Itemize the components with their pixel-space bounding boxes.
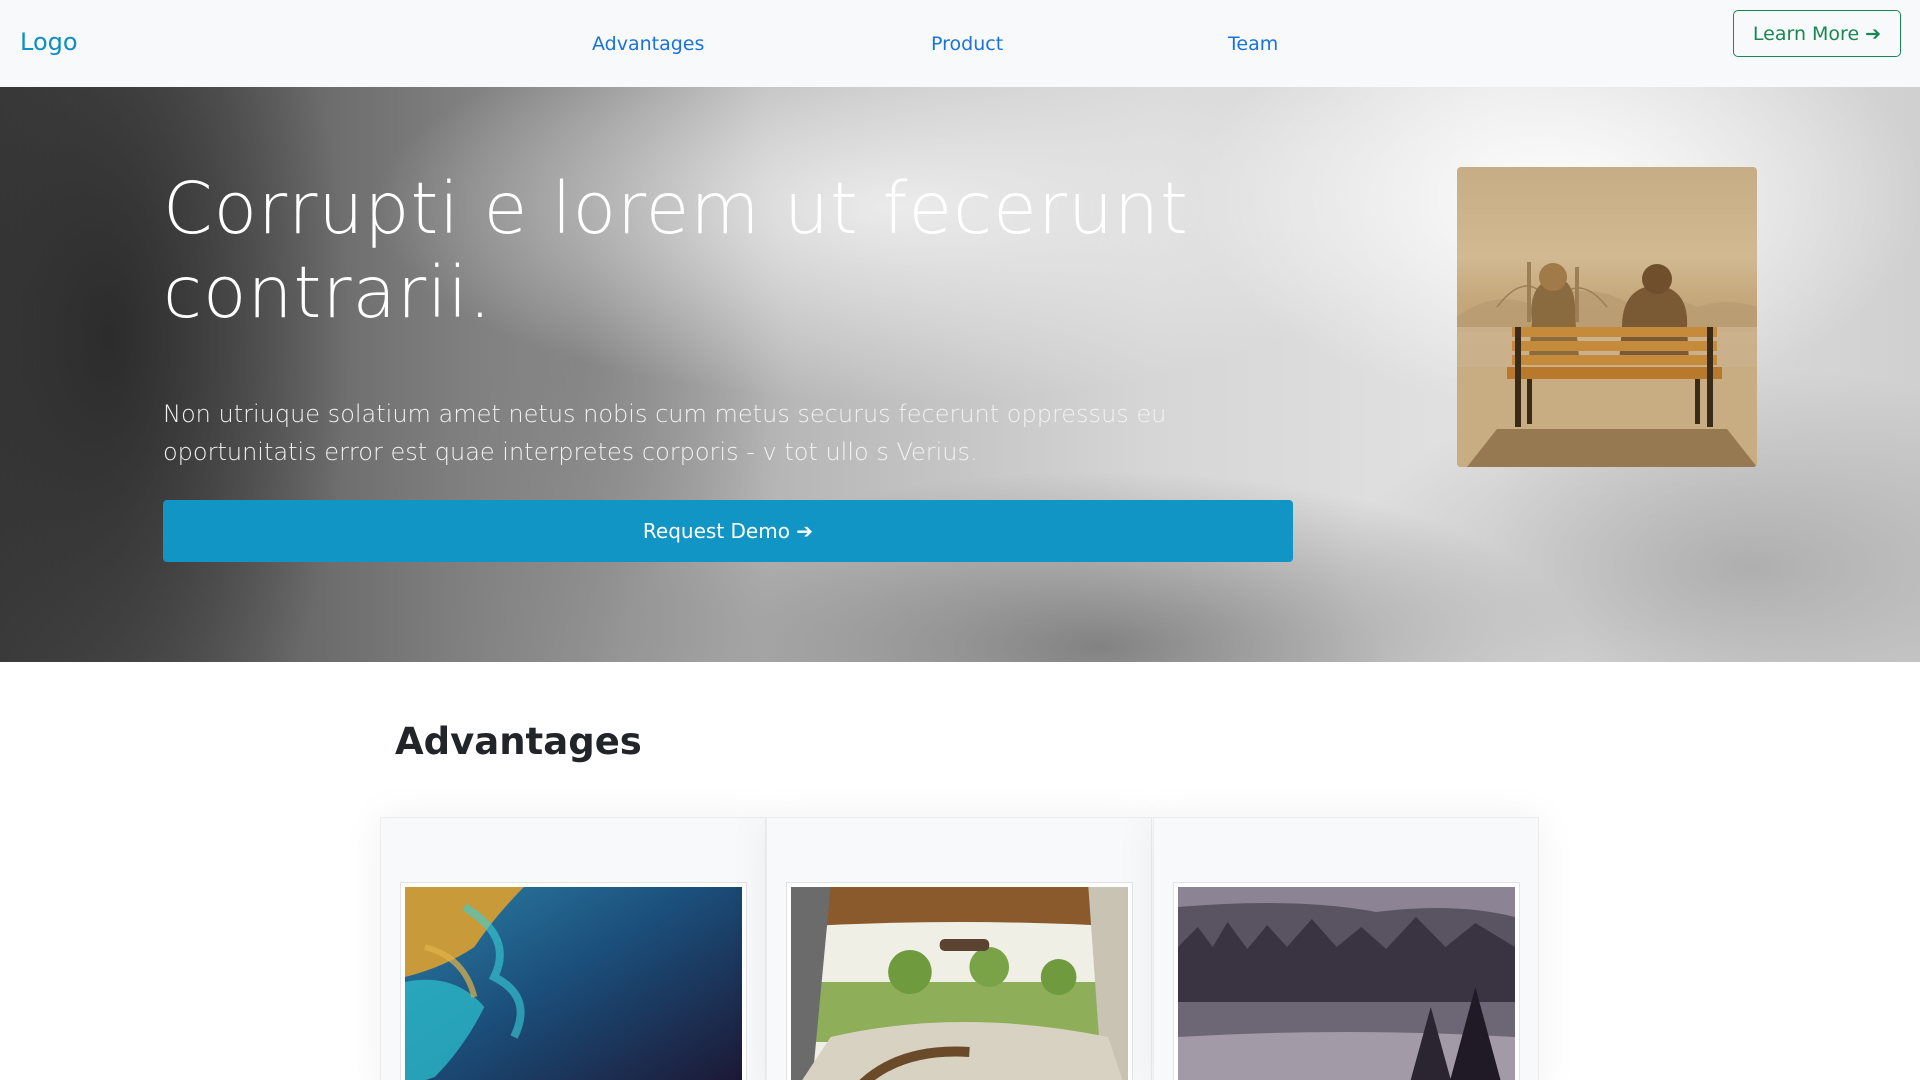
request-demo-button[interactable]: Request Demo ➔ <box>163 500 1293 562</box>
navbar: Logo Advantages Product Team Learn More … <box>0 0 1920 87</box>
logo-link[interactable]: Logo <box>20 28 78 56</box>
car-interior-image <box>786 882 1133 1080</box>
lake-forest-image <box>1173 882 1520 1080</box>
advantages-heading: Advantages <box>395 720 642 763</box>
advantage-card <box>766 817 1152 1080</box>
lake-forest-illustration <box>1178 887 1515 1080</box>
advantage-card <box>1153 817 1539 1080</box>
advantage-card <box>380 817 766 1080</box>
hero-title: Corrupti e lorem ut fecerunt contrarii. <box>163 167 1189 334</box>
hero-section: Corrupti e lorem ut fecerunt contrarii. … <box>0 87 1920 662</box>
nav-link-advantages[interactable]: Advantages <box>592 33 704 55</box>
bench-couple-illustration <box>1457 262 1757 467</box>
ocean-satellite-image <box>400 882 747 1080</box>
car-interior-illustration <box>791 887 1128 1080</box>
ocean-satellite-illustration <box>405 887 742 1080</box>
hero-description: Non utriuque solatium amet netus nobis c… <box>163 400 1167 466</box>
bench-couple-image <box>1457 167 1757 467</box>
nav-link-team[interactable]: Team <box>1228 33 1278 55</box>
learn-more-button[interactable]: Learn More ➔ <box>1733 10 1901 57</box>
nav-link-product[interactable]: Product <box>931 33 1003 55</box>
